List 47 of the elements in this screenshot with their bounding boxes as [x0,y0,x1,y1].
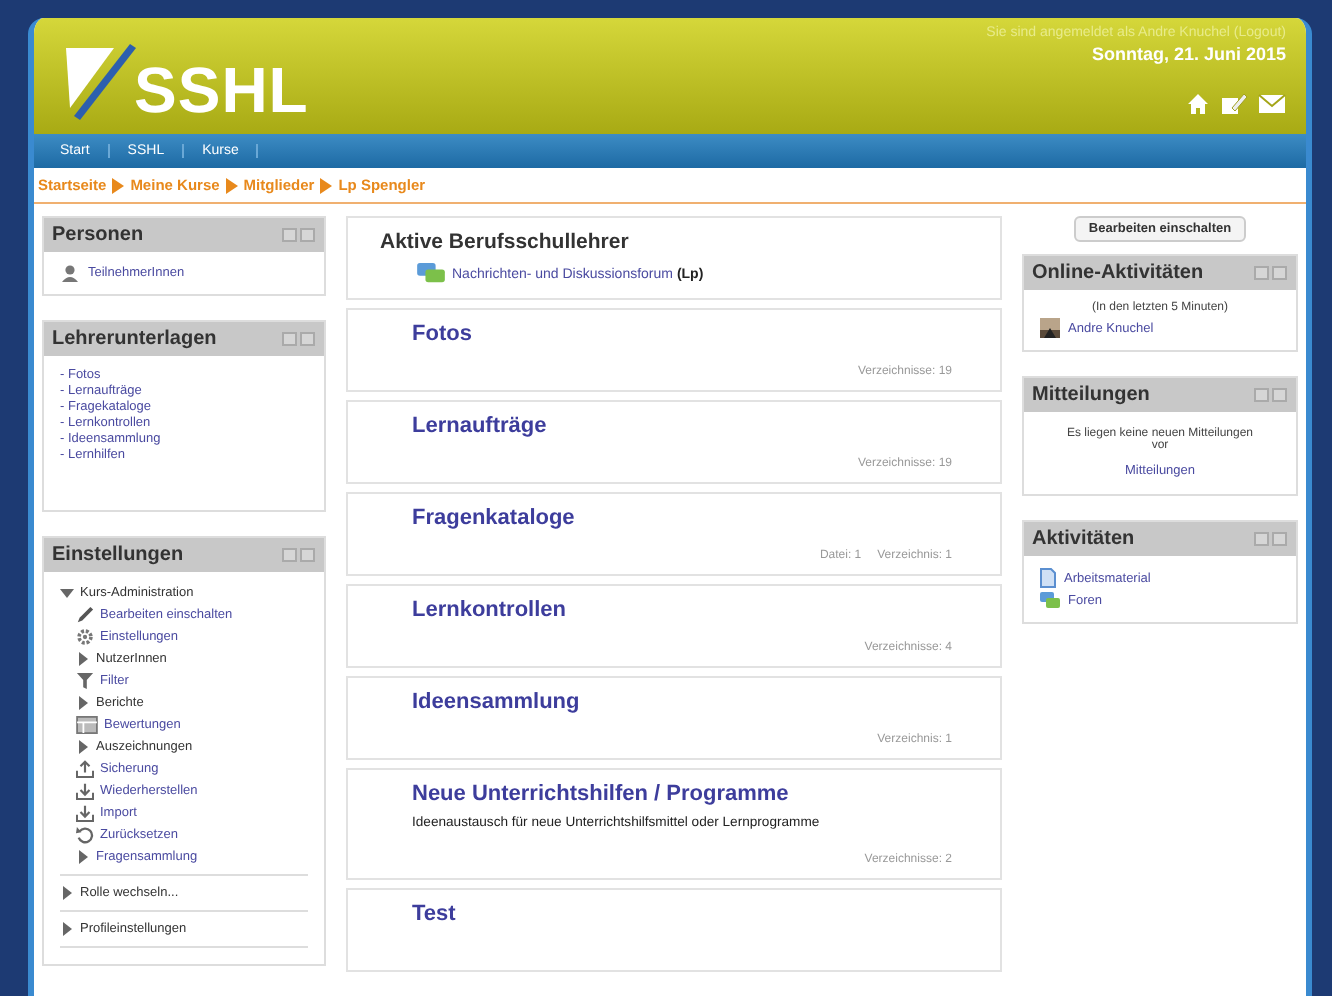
block-controls-icon[interactable] [282,228,316,242]
forum-icon [1040,592,1060,610]
section-title: Aktive Berufsschullehrer [380,230,631,254]
reset-icon [76,826,94,844]
collapsed-icon[interactable] [60,922,74,936]
block-controls-icon[interactable] [1254,266,1288,280]
forum-icon [416,262,446,286]
collapsed-icon[interactable] [76,696,90,710]
mail-icon[interactable] [1258,94,1286,114]
pencil-icon [76,606,94,624]
section-title[interactable]: Fragenkataloge [412,506,984,530]
block-title: Mitteilungen [1032,384,1150,406]
download-icon [76,782,94,800]
collapsed-icon[interactable] [60,886,74,900]
collapsed-icon[interactable] [76,740,90,754]
block-controls-icon[interactable] [282,332,316,346]
block-title: Einstellungen [52,544,184,566]
block-controls-icon[interactable] [282,548,316,562]
separator-icon [112,177,125,193]
users-icon [60,264,80,282]
block-title: Personen [52,224,144,246]
block-title: Aktivitäten [1032,528,1135,550]
section-title[interactable]: Ideensammlung [412,690,984,714]
collapsed-icon[interactable] [76,652,90,666]
block-controls-icon[interactable] [1254,388,1288,402]
section-title[interactable]: Fotos [412,322,984,346]
expanded-icon[interactable] [60,586,74,600]
block-title: Lehrerunterlagen [52,328,217,350]
section-title[interactable]: Lernkontrollen [412,598,984,622]
table-icon [76,716,98,734]
separator-icon [225,177,238,193]
logo-text: SSHL [134,58,309,122]
home-icon[interactable] [1186,92,1210,116]
document-icon [1040,568,1056,588]
upload-icon [76,760,94,778]
block-title: Online-Aktivitäten [1032,262,1204,284]
separator-icon [320,177,333,193]
date: Sonntag, 21. Juni 2015 [1091,44,1286,64]
block-controls-icon[interactable] [1254,532,1288,546]
filter-icon [76,672,94,690]
collapsed-icon[interactable] [76,850,90,864]
gear-icon [76,628,94,646]
section-title[interactable]: Lernaufträge [412,414,984,438]
edit-icon[interactable] [1220,92,1248,116]
section-title[interactable]: Neue Unterrichtshilfen / Programme [412,782,984,806]
download-icon [76,804,94,822]
section-title[interactable]: Test [412,901,984,926]
